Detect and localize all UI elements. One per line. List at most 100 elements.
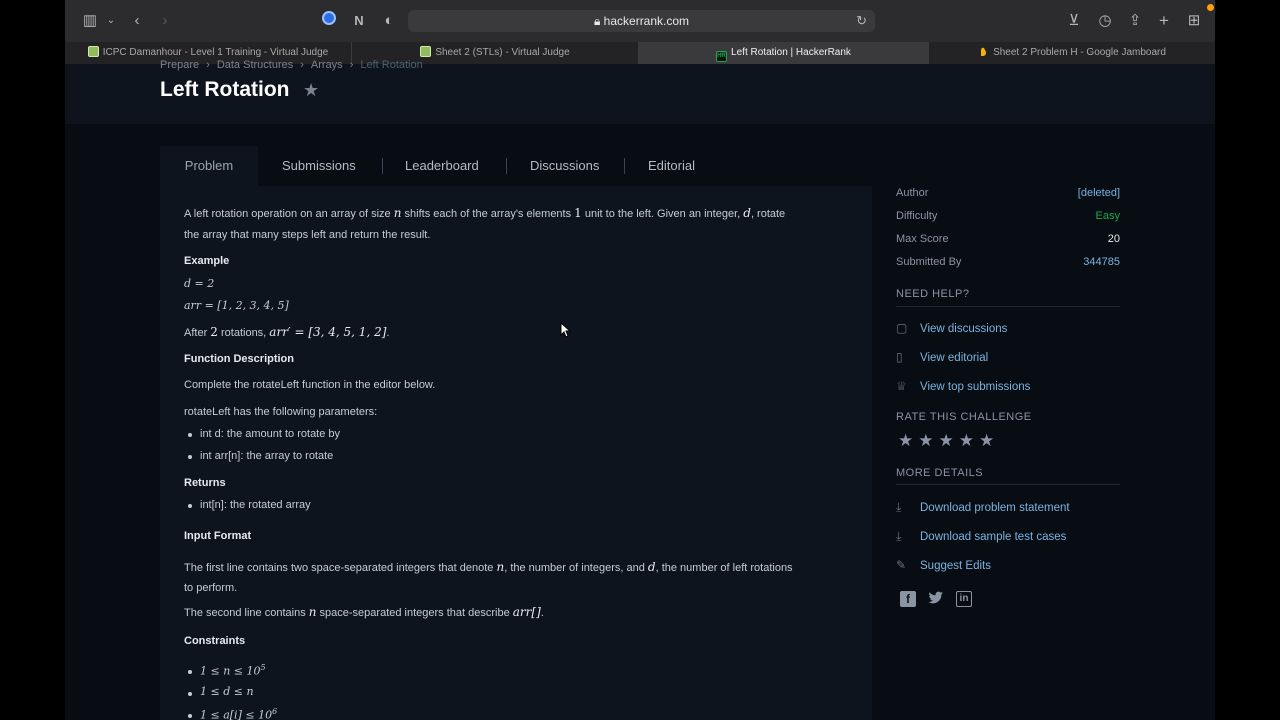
tab-discussions[interactable]: Discussions: [530, 146, 599, 186]
recording-indicator: [1207, 4, 1214, 11]
rating-star-icon[interactable]: ★: [918, 431, 938, 450]
challenge-tabs: Problem Submissions Leaderboard Discussi…: [160, 146, 872, 186]
tab-divider: [506, 158, 507, 174]
history-icon[interactable]: ◷: [1095, 11, 1115, 31]
vjudge-icon: [420, 46, 432, 57]
bullet: [188, 433, 192, 437]
problem-statement: A left rotation operation on an array of…: [160, 186, 872, 720]
view-discussions-link[interactable]: ▢ View discussions: [896, 321, 1007, 335]
jamboard-icon: [978, 44, 989, 56]
breadcrumb-data-structures[interactable]: Data Structures: [217, 59, 293, 71]
example-arr: arr = [1, 2, 3, 4, 5]: [184, 299, 289, 312]
author-label: Author: [896, 187, 929, 199]
browser-tab-hackerrank[interactable]: HR Left Rotation | HackerRank: [639, 42, 929, 64]
facebook-icon[interactable]: f: [900, 591, 916, 607]
constraint-n: 1 ≤ n ≤ 105: [200, 663, 266, 678]
submitted-value[interactable]: 344785: [1083, 256, 1120, 268]
input-line-2: to perform.: [184, 582, 238, 594]
extension-blue-icon[interactable]: [319, 11, 339, 31]
constraint-d: 1 ≤ d ≤ n: [200, 685, 254, 698]
book-icon: ▯: [896, 350, 903, 364]
bullet: [188, 455, 192, 459]
bookmark-star-icon[interactable]: ★: [303, 80, 319, 101]
tab-editorial[interactable]: Editorial: [648, 146, 695, 186]
rating-star-icon[interactable]: ★: [979, 431, 999, 450]
lock-icon: 🔒︎: [593, 14, 604, 28]
example-after: After 2 rotations, arr′ = [3, 4, 5, 1, 2…: [184, 325, 390, 339]
notion-icon[interactable]: N: [349, 11, 369, 31]
bullet: [188, 504, 192, 508]
browser-tab-jamboard[interactable]: Sheet 2 Problem H - Google Jamboard: [929, 42, 1215, 64]
author-value[interactable]: [deleted]: [1078, 187, 1120, 199]
params-intro: rotateLeft has the following parameters:: [184, 406, 378, 418]
bullet: [188, 670, 192, 674]
mouse-cursor-icon: [560, 321, 572, 341]
function-description-heading: Function Description: [184, 353, 294, 365]
tab-label: Sheet 2 Problem H - Google Jamboard: [993, 47, 1166, 58]
twitter-icon[interactable]: [928, 591, 944, 607]
view-top-submissions-link[interactable]: ♕ View top submissions: [896, 379, 1030, 393]
returns-heading: Returns: [184, 477, 226, 489]
constraint-a: 1 ≤ a[i] ≤ 106: [200, 707, 278, 720]
tab-overview-icon[interactable]: ⊞: [1184, 11, 1204, 31]
shield-icon[interactable]: ◐: [379, 11, 399, 31]
tab-label: Left Rotation | HackerRank: [731, 47, 851, 58]
difficulty-label: Difficulty: [896, 210, 938, 222]
back-icon[interactable]: ‹: [127, 11, 147, 31]
page-header: Prepare › Data Structures › Arrays › Left Rota…: [65, 59, 1215, 124]
function-description-text: Complete the rotateLeft function in the …: [184, 379, 436, 391]
bullet: [188, 692, 192, 696]
input-line-1: The first line contains two space-separa…: [184, 560, 793, 574]
download-testcases-link[interactable]: ⤓ Download sample test cases: [896, 529, 1066, 544]
tab-divider: [382, 158, 383, 174]
chat-icon: ▢: [896, 321, 908, 335]
tab-leaderboard[interactable]: Leaderboard: [405, 146, 479, 186]
rating-star-icon[interactable]: ★: [898, 431, 918, 450]
view-editorial-link[interactable]: ▯ View editorial: [896, 350, 988, 364]
download-icon: ⤓: [896, 500, 902, 514]
difficulty-value: Easy: [1095, 210, 1120, 222]
hackerrank-icon: HR: [716, 51, 728, 62]
example-d: d = 2: [184, 277, 215, 290]
new-tab-icon[interactable]: +: [1154, 11, 1174, 31]
breadcrumb-current: Left Rotation: [360, 59, 423, 71]
tab-divider: [624, 158, 625, 174]
param-arr: int arr[n]: the array to rotate: [200, 450, 334, 462]
rating-stars[interactable]: ★★★★★: [898, 431, 999, 451]
rating-star-icon[interactable]: ★: [939, 431, 959, 450]
breadcrumb: Prepare › Data Structures › Arrays › Left Rota…: [160, 59, 423, 71]
challenge-sidebar: Author [deleted] Difficulty Easy Max Sco…: [896, 186, 1120, 720]
submitted-label: Submitted By: [896, 256, 962, 268]
input-format-heading: Input Format: [184, 530, 252, 542]
rating-star-icon[interactable]: ★: [959, 431, 979, 450]
tab-problem[interactable]: Problem: [160, 146, 258, 186]
tab-submissions[interactable]: Submissions: [282, 146, 356, 186]
tab-label: ICPC Damanhour - Level 1 Training - Virt…: [102, 47, 329, 58]
sidebar-toggle-icon[interactable]: ▥: [80, 11, 100, 31]
download-icon[interactable]: ⊻: [1064, 11, 1084, 31]
breadcrumb-arrays[interactable]: Arrays: [311, 59, 343, 71]
download-statement-link[interactable]: ⤓ Download problem statement: [896, 500, 1070, 515]
param-d: int d: the amount to rotate by: [200, 428, 341, 440]
maxscore-value: 20: [1107, 233, 1120, 245]
pencil-icon: ✎: [896, 558, 907, 572]
divider: [896, 484, 1120, 485]
chevron-down-icon[interactable]: ⌄: [101, 11, 121, 31]
suggest-edits-link[interactable]: ✎ Suggest Edits: [896, 558, 991, 572]
share-icon[interactable]: ⇪: [1125, 11, 1145, 31]
page-title: Left Rotation: [160, 78, 290, 101]
reload-icon[interactable]: ↻: [856, 10, 867, 32]
bullet: [188, 714, 192, 718]
divider: [896, 306, 1120, 307]
example-heading: Example: [184, 255, 230, 267]
forward-icon[interactable]: ›: [155, 11, 175, 31]
vjudge-icon: [87, 46, 99, 57]
browser-toolbar: ▥ ⌄ ‹ › N ◐ 🔒︎ hackerrank.com ↻ ⊻ ◷ ⇪ + …: [65, 0, 1215, 42]
rate-heading: RATE THIS CHALLENGE: [896, 411, 1032, 423]
intro-line-2: the array that many steps left and retur…: [184, 229, 431, 241]
address-bar[interactable]: 🔒︎ hackerrank.com ↻: [408, 10, 875, 32]
constraints-heading: Constraints: [184, 635, 246, 647]
breadcrumb-prepare[interactable]: Prepare: [160, 59, 199, 71]
linkedin-icon[interactable]: in: [956, 591, 972, 607]
url-text: hackerrank.com: [603, 14, 690, 28]
